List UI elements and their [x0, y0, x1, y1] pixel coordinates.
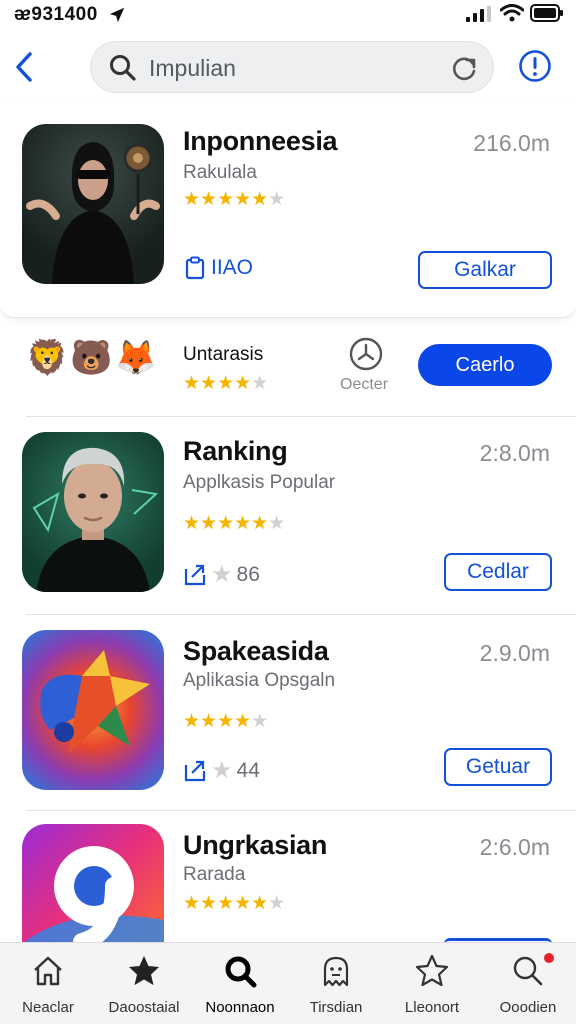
- status-bar: ᴂ931400: [0, 0, 576, 30]
- list-item[interactable]: Inponneesia Rakulala 216.0m ★★★★★★ IIAO …: [0, 104, 576, 318]
- list-item[interactable]: Ranking Applkasis Popular 2:8.0m ★★★★★ ★ …: [0, 418, 576, 614]
- location-arrow-icon: [109, 7, 125, 23]
- tab-label: Ooodien: [499, 999, 557, 1016]
- share-icon: [184, 564, 206, 585]
- tab-label: Neaclar: [22, 999, 74, 1016]
- app-title: Ranking: [183, 436, 288, 466]
- primary-button-label: Caerlo: [455, 353, 515, 376]
- get-button[interactable]: Getuar: [444, 748, 552, 786]
- star-rating: ★★★★★★: [183, 512, 285, 535]
- star-rating: ★★★★★★: [183, 188, 285, 211]
- tab-featured[interactable]: Daoostaial: [96, 943, 192, 1024]
- star-empty-icon: ★: [251, 373, 269, 394]
- tab-games[interactable]: Tirsdian: [288, 943, 384, 1024]
- star-icon: ★★★★: [183, 373, 252, 394]
- star-rating: ★★★★★★: [183, 892, 285, 915]
- tab-search[interactable]: Noonnaon: [192, 943, 288, 1024]
- app-meta: ★ 44: [183, 756, 260, 785]
- app-size: 2.9.0m: [479, 640, 550, 666]
- app-meta-text: IIAO: [211, 256, 254, 279]
- ad-caption: Oecter: [340, 376, 389, 393]
- ad-title: Untarasis: [183, 344, 264, 365]
- primary-button[interactable]: Caerlo: [418, 344, 552, 386]
- search-badge-icon: [513, 956, 543, 986]
- star-filled-icon: [129, 956, 159, 985]
- star-rating: ★★★★★: [183, 710, 268, 733]
- star-icon: ★: [211, 561, 233, 588]
- app-title: Spakeasida: [183, 636, 329, 666]
- search-icon: [225, 956, 257, 988]
- star-icon: ★: [211, 757, 233, 784]
- star-empty-icon: ★: [268, 189, 286, 210]
- app-size: 216.0m: [473, 130, 550, 156]
- divider: [26, 810, 576, 811]
- search-icon: [110, 55, 136, 81]
- get-button-label: Galkar: [454, 258, 516, 281]
- home-icon: [34, 956, 62, 986]
- app-meta: IIAO: [183, 256, 253, 280]
- app-title: Inponneesia: [183, 126, 338, 156]
- get-button[interactable]: Cedlar: [444, 553, 552, 591]
- star-empty-icon: ★: [268, 513, 286, 534]
- app-size: 2:8.0m: [479, 440, 550, 466]
- ad-emoji-icons: 🦁🐻🦊: [26, 339, 160, 377]
- app-icon: [22, 124, 164, 284]
- notification-badge: [544, 953, 554, 963]
- app-subtitle: Aplikasia Opsgaln: [183, 670, 336, 691]
- tab-favorites[interactable]: Lleonort: [384, 943, 480, 1024]
- list-item[interactable]: Ungrkasian Rarada 2:6.0m ★★★★★★: [0, 812, 576, 942]
- app-meta: ★ 86: [183, 560, 260, 589]
- app-icon: [22, 432, 164, 592]
- star-icon: ★★★★: [183, 711, 252, 732]
- search-query: Impulian: [149, 55, 236, 81]
- star-icon: ★★★★★: [183, 189, 269, 210]
- star-rating: ★★★★★: [183, 372, 268, 395]
- ghost-icon: [323, 956, 349, 987]
- tab-bar: Neaclar Daoostaial Noonnaon Tirsdian Lle…: [0, 942, 576, 1024]
- app-subtitle: Rarada: [183, 864, 246, 885]
- battery-icon: [530, 4, 563, 22]
- star-outline-icon: [415, 954, 449, 987]
- star-icon: ★★★★★: [183, 513, 269, 534]
- divider: [26, 416, 576, 417]
- clock-icon: [349, 337, 383, 371]
- signal-icon: [466, 6, 491, 22]
- app-subtitle: Applkasis Popular: [183, 472, 336, 493]
- star-empty-icon: ★: [251, 711, 269, 732]
- app-size: 2:6.0m: [479, 834, 550, 860]
- search-input[interactable]: Impulian: [90, 41, 494, 93]
- refresh-icon[interactable]: [449, 54, 479, 84]
- list-item[interactable]: Spakeasida Aplikasia Opsgaln 2.9.0m ★★★★…: [0, 616, 576, 810]
- app-subtitle: Rakulala: [183, 162, 257, 183]
- tab-label: Noonnaon: [205, 999, 275, 1016]
- info-icon[interactable]: [518, 49, 552, 83]
- tab-label: Daoostaial: [108, 999, 180, 1016]
- tab-label: Tirsdian: [309, 999, 363, 1016]
- tab-label: Lleonort: [404, 999, 460, 1016]
- tab-home[interactable]: Neaclar: [0, 943, 96, 1024]
- clipboard-icon: [185, 256, 205, 280]
- back-chevron-icon[interactable]: [12, 50, 40, 84]
- star-empty-icon: ★: [268, 893, 286, 914]
- status-time: ᴂ931400: [14, 4, 98, 25]
- app-icon: [22, 824, 164, 942]
- star-icon: ★★★★★: [183, 893, 269, 914]
- get-button-label: Getuar: [465, 755, 531, 778]
- app-meta-text: 86: [236, 562, 260, 586]
- divider: [26, 614, 576, 615]
- app-icon: [22, 630, 164, 790]
- wifi-icon: [500, 4, 524, 22]
- get-button[interactable]: Galkar: [418, 251, 552, 289]
- get-button-label: Cedlar: [467, 560, 529, 583]
- app-title: Ungrkasian: [183, 830, 328, 860]
- share-icon: [184, 760, 206, 781]
- tab-updates[interactable]: Ooodien: [480, 943, 576, 1024]
- app-meta-text: 44: [236, 758, 260, 782]
